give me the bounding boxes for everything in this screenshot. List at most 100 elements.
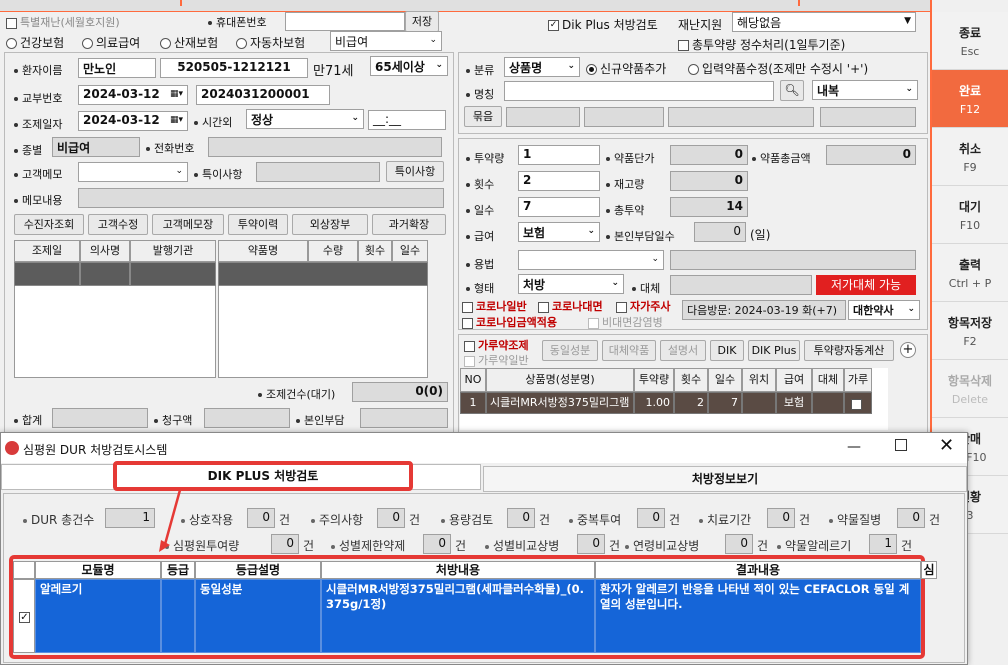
- age-group-select[interactable]: 65세이상 ⌄: [370, 56, 448, 76]
- type-field: 비급여: [52, 137, 140, 157]
- tab-rx-info[interactable]: 처방정보보기: [483, 466, 967, 492]
- time-select[interactable]: 정상 ⌄: [246, 109, 364, 129]
- patient-id-field[interactable]: 520505-1212121: [160, 58, 308, 78]
- disaster-support-select[interactable]: 해당없음 ▼: [732, 12, 916, 32]
- radio-health[interactable]: 건강보험: [6, 34, 64, 51]
- pharmacy-select[interactable]: 대한약사 ⌄: [848, 300, 920, 320]
- history-row[interactable]: [14, 262, 80, 286]
- subst-label: 대체: [632, 280, 660, 296]
- insurance-select[interactable]: 비급여 ⌄: [330, 31, 442, 51]
- patient-lookup-button[interactable]: 수진자조회: [14, 214, 84, 235]
- dose-input[interactable]: 1: [518, 145, 600, 165]
- close-icon[interactable]: ✕: [939, 435, 954, 456]
- rx-col-header: 투약량: [634, 368, 674, 392]
- past-expand-button[interactable]: 과거확장: [372, 214, 446, 235]
- alt-drug-button[interactable]: 대체약품: [602, 340, 656, 361]
- manual-button[interactable]: 설명서: [660, 340, 706, 361]
- radio-industrial[interactable]: 산재보험: [160, 34, 218, 51]
- phone-label: 휴대폰번호: [208, 14, 267, 30]
- chevron-down-icon: ⌄: [651, 254, 659, 264]
- covid-face-check[interactable]: 코로나대면: [538, 298, 603, 314]
- issue-no-field[interactable]: 2024031200001: [196, 85, 330, 105]
- maximize-icon[interactable]: [895, 439, 907, 451]
- radio-medical[interactable]: 의료급여: [82, 34, 140, 51]
- phone-save-button[interactable]: 저장: [405, 11, 439, 32]
- disaster-check[interactable]: 특별재난(세월호지원): [6, 14, 120, 30]
- tab-dik-plus-label[interactable]: DIK PLUS 처방검토: [113, 461, 413, 491]
- days-input[interactable]: 7: [518, 197, 600, 217]
- sidebar-button-2[interactable]: 취소 F9: [932, 128, 1008, 186]
- dur-cell-rx: 시클러MR서방정375밀리그램(세파클러수화물)_(0.375g/1정): [321, 579, 595, 653]
- usage-select[interactable]: ⌄: [518, 250, 664, 270]
- bundle-button[interactable]: 묶음: [464, 106, 502, 127]
- sidebar-button-3[interactable]: 대기 F10: [932, 186, 1008, 244]
- copay-days-unit: (일): [750, 228, 771, 242]
- tel-field[interactable]: [208, 137, 442, 157]
- days-label: 일수: [466, 202, 494, 218]
- sidebar-button-1[interactable]: 완료 F12: [932, 70, 1008, 128]
- times-input[interactable]: 2: [518, 171, 600, 191]
- memo-content-field[interactable]: [78, 188, 444, 208]
- covid-general-check[interactable]: 코로나일반: [462, 298, 527, 314]
- type-label: 종별: [14, 142, 42, 158]
- copay-days-field[interactable]: 0: [694, 222, 746, 242]
- dispense-date-field[interactable]: 2024-03-12 ▦▾: [78, 111, 188, 131]
- special-field[interactable]: [256, 162, 380, 182]
- powder-row-check[interactable]: [851, 399, 862, 410]
- time-input[interactable]: __:__: [368, 110, 446, 130]
- history-button[interactable]: 투약이력: [228, 214, 288, 235]
- rx-row[interactable]: 1: [460, 392, 486, 414]
- radio-edit-drug[interactable]: 입력약품수정(조제만 수정시 '+'): [688, 60, 868, 77]
- customer-memo-button[interactable]: 고객메모장: [152, 214, 224, 235]
- chevron-down-icon: ⌄: [905, 84, 913, 94]
- powder-rx-check[interactable]: 가루약조제: [464, 337, 529, 353]
- dur-row[interactable]: ✓: [13, 579, 35, 653]
- low-price-substitute-badge[interactable]: 저가대체 가능: [816, 275, 916, 295]
- sidebar-button-0[interactable]: 종료 Esc: [932, 12, 1008, 70]
- dur-counter-value: 0: [271, 534, 299, 554]
- category-select[interactable]: 상품명 ⌄: [504, 57, 580, 77]
- pay-select[interactable]: 보험 ⌄: [518, 222, 600, 242]
- time-label: 시간외: [194, 114, 232, 130]
- bundle-field-1: [506, 107, 580, 127]
- radio-new-drug[interactable]: 신규약품추가: [586, 60, 666, 77]
- col-institution: 발행기관: [130, 240, 216, 262]
- self-injection-check[interactable]: 자가주사: [616, 298, 670, 314]
- search-icon[interactable]: 🔍︎: [780, 80, 804, 101]
- drug-name-input[interactable]: [504, 81, 774, 101]
- history-drug-row[interactable]: [218, 262, 428, 286]
- dik-plus-button[interactable]: DIK Plus: [748, 340, 800, 361]
- usage-text-field[interactable]: [670, 250, 916, 270]
- memo-select[interactable]: ⌄: [78, 162, 188, 182]
- total-amount-check[interactable]: 총투약량 정수처리(1일투기준): [678, 36, 845, 53]
- powder-general-check[interactable]: 가루약일반: [464, 352, 529, 368]
- patient-name-field[interactable]: 만노인: [78, 58, 156, 78]
- chevron-down-icon: ⌄: [351, 113, 359, 123]
- sidebar-button-4[interactable]: 출력 Ctrl + P: [932, 244, 1008, 302]
- radio-auto[interactable]: 자동차보험: [236, 34, 305, 51]
- sidebar-button-6[interactable]: 항목삭제 Delete: [932, 360, 1008, 418]
- dik-plus-check[interactable]: ✓ Dik Plus 처방검토: [548, 16, 658, 33]
- special-button[interactable]: 특이사항: [386, 161, 444, 182]
- covid-amount-check[interactable]: 코로나입금액적용: [462, 314, 557, 330]
- customer-edit-button[interactable]: 고객수정: [88, 214, 148, 235]
- minimize-icon[interactable]: —: [847, 439, 861, 455]
- dur-counter-unit: 건: [409, 513, 421, 527]
- add-icon[interactable]: +: [900, 342, 916, 358]
- credit-ledger-button[interactable]: 외상장부: [292, 214, 368, 235]
- form-select[interactable]: 처방 ⌄: [518, 274, 624, 294]
- sidebar-shortcut: Ctrl + P: [948, 277, 992, 290]
- dur-counter-value: 0: [767, 508, 795, 528]
- non-face-check[interactable]: 비대면감염병: [588, 314, 663, 330]
- auto-dose-button[interactable]: 투약량자동계산: [804, 340, 894, 361]
- sidebar-button-5[interactable]: 항목저장 F2: [932, 302, 1008, 360]
- dik-button[interactable]: DIK: [710, 340, 744, 361]
- same-ingredient-button[interactable]: 동일성분: [542, 340, 598, 361]
- chevron-down-icon: ⌄: [611, 278, 619, 288]
- phone-input[interactable]: [285, 12, 405, 31]
- dur-row-check[interactable]: ✓: [19, 612, 30, 623]
- route-select[interactable]: 내복 ⌄: [812, 80, 918, 100]
- issue-date-field[interactable]: 2024-03-12 ▦▾: [78, 85, 188, 105]
- dur-counter-label: 용량검토: [441, 511, 493, 528]
- issue-no-label: 교부번호: [14, 90, 62, 106]
